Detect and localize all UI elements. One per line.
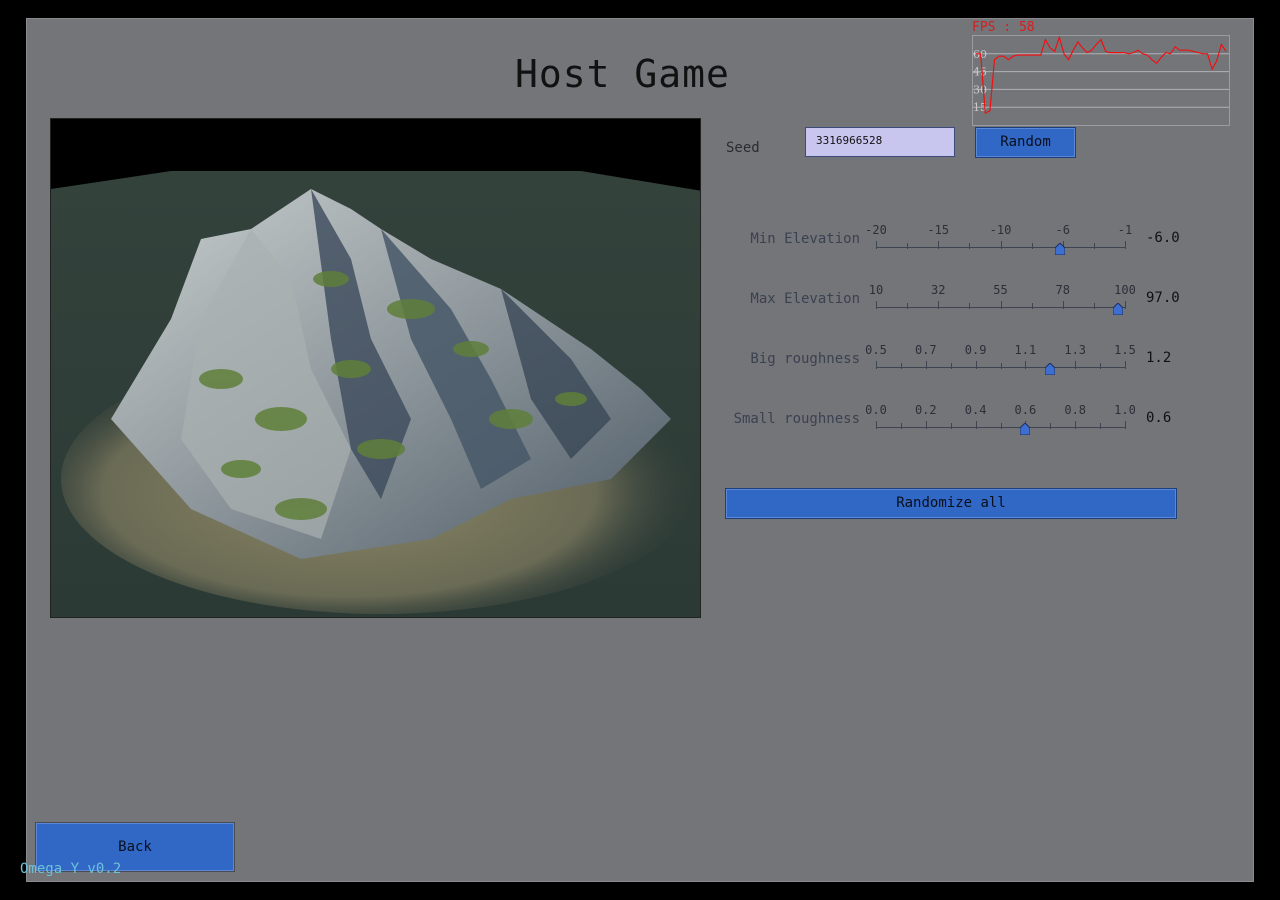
- slider-tick: [900, 363, 902, 369]
- slider-tick-label: 0.5: [865, 343, 887, 357]
- slider-tick-label: 32: [931, 283, 946, 297]
- slider-tick: [1000, 363, 1002, 369]
- slider-tick: [876, 241, 877, 249]
- slider-tick: [950, 363, 952, 369]
- slider-tick-label: 78: [1055, 283, 1070, 297]
- fps-plot: 60453015: [973, 35, 1229, 115]
- slider-tick-label: 1.3: [1064, 343, 1087, 357]
- small-roughness-value: 0.6: [1146, 410, 1172, 426]
- slider-knob[interactable]: [1019, 420, 1031, 436]
- slider-tick: [925, 361, 927, 369]
- version-label: Omega Y v0.2: [20, 861, 122, 877]
- slider-tick: [1093, 303, 1095, 309]
- fps-axis-label: 45: [973, 66, 987, 79]
- slider-tick: [1075, 421, 1077, 429]
- small-roughness-slider[interactable]: 0.0 0.2 0.4 0.6 0.8 1.0: [865, 403, 1140, 443]
- slider-tick: [975, 361, 977, 369]
- slider-tick: [969, 303, 971, 309]
- max-elevation-label: Max Elevation: [750, 291, 860, 307]
- slider-tick: [1000, 423, 1002, 429]
- slider-tick: [1100, 423, 1102, 429]
- fps-counter: FPS : 58: [972, 20, 1035, 35]
- slider-tick-label: -15: [927, 223, 950, 237]
- slider-tick: [1000, 301, 1002, 309]
- slider-knob[interactable]: [1112, 300, 1124, 316]
- slider-tick-label: 0.0: [865, 403, 887, 417]
- slider-tick: [1062, 301, 1064, 309]
- fps-graph: 60 45 30 15: [972, 35, 1230, 126]
- slider-tick: [900, 423, 902, 429]
- slider-tick-label: 10: [868, 283, 884, 297]
- slider-tick-label: -6: [1055, 223, 1070, 237]
- slider-tick: [1075, 361, 1077, 369]
- slider-tick-label: 0.9: [964, 343, 987, 357]
- slider-tick: [1125, 361, 1126, 369]
- max-elevation-value: 97.0: [1146, 290, 1180, 306]
- slider-tick-label: 1.0: [1114, 403, 1136, 417]
- min-elevation-value: -6.0: [1146, 230, 1180, 246]
- slider-knob[interactable]: [1054, 240, 1066, 256]
- slider-tick: [975, 421, 977, 429]
- slider-tick: [1031, 243, 1033, 249]
- terrain-preview: [50, 118, 701, 618]
- slider-tick-label: -1: [1117, 223, 1133, 237]
- slider-tick-label: 1.5: [1114, 343, 1136, 357]
- slider-tick: [938, 301, 940, 309]
- slider-tick: [1093, 243, 1095, 249]
- min-elevation-label: Min Elevation: [750, 231, 860, 247]
- slider-tick: [876, 301, 877, 309]
- page-title: Host Game: [515, 52, 730, 96]
- randomize-all-button[interactable]: Randomize all: [725, 488, 1177, 519]
- slider-tick-label: 0.8: [1064, 403, 1087, 417]
- slider-tick-label: -20: [865, 223, 887, 237]
- big-roughness-label: Big roughness: [750, 351, 860, 367]
- min-elevation-slider[interactable]: -20 -15 -10 -6 -1: [865, 223, 1140, 263]
- slider-knob[interactable]: [1044, 360, 1056, 376]
- slider-tick: [950, 423, 952, 429]
- fps-line: [976, 35, 1227, 115]
- slider-tick: [938, 241, 940, 249]
- slider-tick: [1100, 363, 1102, 369]
- seed-input[interactable]: 3316966528: [805, 127, 955, 157]
- slider-tick: [876, 421, 877, 429]
- slider-tick-label: 0.2: [914, 403, 937, 417]
- slider-tick-label: 100: [1114, 283, 1136, 297]
- slider-tick: [1031, 303, 1033, 309]
- slider-tick-label: 0.6: [1014, 403, 1037, 417]
- slider-tick: [907, 243, 909, 249]
- fps-axis-label: 30: [973, 83, 987, 96]
- max-elevation-slider[interactable]: 10 32 55 78 100: [865, 283, 1140, 323]
- slider-tick: [1125, 301, 1126, 309]
- big-roughness-value: 1.2: [1146, 350, 1172, 366]
- random-seed-button[interactable]: Random: [975, 127, 1076, 158]
- slider-tick: [1050, 423, 1052, 429]
- slider-tick: [1025, 361, 1027, 369]
- island-render: [51, 119, 700, 617]
- slider-tick: [1125, 241, 1126, 249]
- small-roughness-label: Small roughness: [733, 411, 860, 427]
- slider-tick: [969, 243, 971, 249]
- big-roughness-slider[interactable]: 0.5 0.7 0.9 1.1 1.3 1.5: [865, 343, 1140, 383]
- slider-tick: [876, 361, 877, 369]
- slider-tick: [1000, 241, 1002, 249]
- slider-tick: [907, 303, 909, 309]
- slider-tick-label: -10: [989, 223, 1012, 237]
- slider-tick-label: 55: [993, 283, 1008, 297]
- slider-tick: [1125, 421, 1126, 429]
- slider-tick: [925, 421, 927, 429]
- slider-tick-label: 1.1: [1014, 343, 1037, 357]
- seed-label: Seed: [726, 140, 760, 156]
- slider-tick-label: 0.4: [964, 403, 987, 417]
- slider-tick-label: 0.7: [914, 343, 937, 357]
